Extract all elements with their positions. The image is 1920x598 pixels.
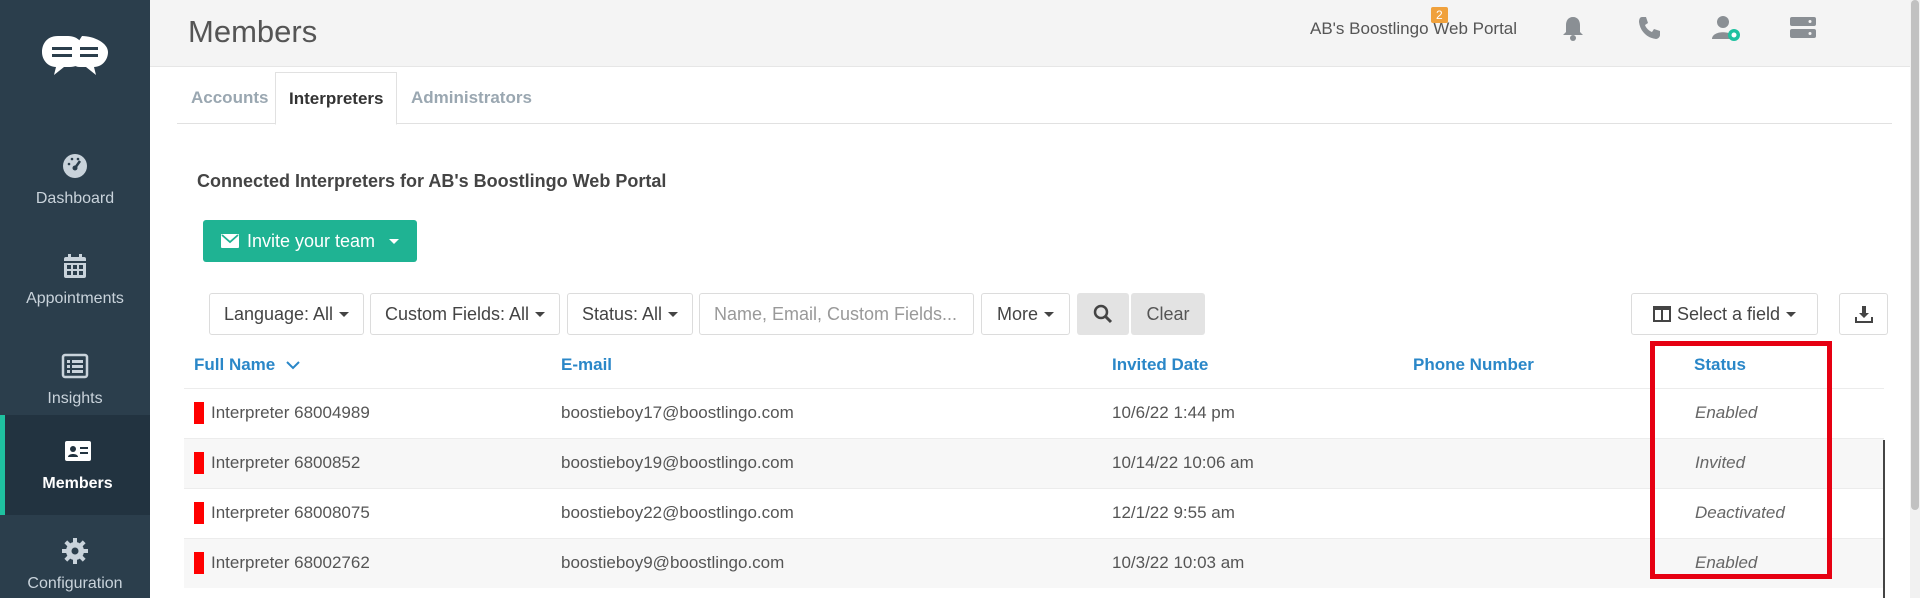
column-header-status[interactable]: Status (1694, 355, 1746, 375)
custom-fields-filter[interactable]: Custom Fields: All (370, 293, 560, 335)
row-email: boostieboy19@boostlingo.com (561, 453, 794, 472)
list-icon (61, 353, 89, 379)
row-status: Enabled (1695, 403, 1758, 422)
column-header-phone-number[interactable]: Phone Number (1413, 355, 1534, 375)
row-email: boostieboy9@boostlingo.com (561, 553, 785, 572)
row-full-name[interactable]: Interpreter 68002762 (211, 553, 370, 573)
row-invited-date: 12/1/22 9:55 am (1112, 503, 1235, 522)
row-marker (194, 552, 204, 574)
column-header-full-name[interactable]: Full Name (194, 355, 300, 375)
sidebar-item-label: Configuration (27, 575, 123, 592)
row-email: boostieboy17@boostlingo.com (561, 403, 794, 422)
search-icon (1093, 304, 1113, 324)
tab-interpreters[interactable]: Interpreters (275, 72, 398, 125)
boostlingo-logo-icon[interactable] (40, 30, 110, 80)
sidebar-item-label: Members (42, 475, 113, 492)
caret-down-icon (389, 238, 400, 244)
sidebar-item-members[interactable]: Members (0, 415, 150, 515)
search-input[interactable] (699, 293, 974, 335)
caret-down-icon (668, 311, 679, 317)
page-scrollbar-thumb[interactable] (1911, 0, 1919, 510)
phone-icon[interactable] (1635, 13, 1665, 43)
chevron-down-icon (286, 361, 300, 370)
row-status: Deactivated (1695, 503, 1785, 522)
row-status: Enabled (1695, 553, 1758, 572)
column-header-full-name-label: Full Name (194, 355, 276, 374)
envelope-icon (220, 234, 239, 248)
invite-team-label: Invite your team (246, 230, 376, 251)
caret-down-icon (1044, 311, 1054, 317)
language-filter[interactable]: Language: All (209, 293, 364, 335)
table-row[interactable]: Interpreter 6800852 boostieboy19@boostli… (184, 438, 1884, 488)
portal-name[interactable]: AB's Boostlingo Web Portal (1310, 19, 1517, 39)
tab-accounts[interactable]: Accounts (178, 72, 281, 124)
caret-down-icon (535, 311, 546, 317)
table-row[interactable]: Interpreter 68004989 boostieboy17@boostl… (184, 388, 1884, 438)
tab-administrators[interactable]: Administrators (398, 72, 545, 124)
row-invited-date: 10/6/22 1:44 pm (1112, 403, 1235, 422)
sidebar-item-appointments[interactable]: Appointments (0, 230, 150, 330)
bell-icon[interactable] (1558, 13, 1588, 43)
id-card-icon (64, 441, 91, 461)
section-title: Connected Interpreters for AB's Boostlin… (197, 171, 667, 191)
user-status-icon[interactable] (1710, 13, 1740, 43)
sidebar-item-label: Appointments (26, 290, 124, 307)
row-full-name[interactable]: Interpreter 68004989 (211, 403, 370, 423)
sidebar-item-label: Dashboard (35, 190, 115, 207)
table-row[interactable]: Interpreter 68008075 boostieboy22@boostl… (184, 488, 1884, 538)
page-title: Members (188, 14, 318, 49)
sidebar-item-label: Insights (47, 390, 103, 407)
row-full-name[interactable]: Interpreter 68008075 (211, 503, 370, 523)
row-full-name[interactable]: Interpreter 6800852 (211, 453, 360, 473)
column-header-email[interactable]: E-mail (561, 355, 612, 375)
caret-down-icon (1786, 311, 1797, 317)
download-icon (1854, 306, 1873, 323)
gear-icon (62, 538, 88, 564)
gauge-icon (63, 154, 87, 178)
sidebar-item-configuration[interactable]: Configuration (0, 515, 150, 598)
search-button[interactable] (1077, 293, 1129, 335)
row-status: Invited (1695, 453, 1746, 472)
more-filters-label: More (996, 303, 1038, 324)
status-filter[interactable]: Status: All (567, 293, 693, 335)
sidebar-item-dashboard[interactable]: Dashboard (0, 130, 150, 230)
clear-button[interactable]: Clear (1131, 293, 1205, 335)
language-filter-label: Language: All (223, 303, 334, 324)
server-icon[interactable] (1788, 13, 1818, 43)
divider-line (1883, 440, 1885, 598)
select-field-button[interactable]: Select a field (1631, 293, 1818, 335)
members-tabs: Accounts Interpreters Administrators (177, 72, 1892, 125)
row-marker (194, 402, 204, 424)
sidebar: Dashboard Appointments Insights Members (0, 0, 150, 598)
row-email: boostieboy22@boostlingo.com (561, 503, 794, 522)
row-marker (194, 452, 204, 474)
more-filters-button[interactable]: More (981, 293, 1070, 335)
columns-icon (1652, 306, 1671, 322)
column-header-invited-date[interactable]: Invited Date (1112, 355, 1208, 375)
select-field-label: Select a field (1676, 303, 1781, 324)
row-invited-date: 10/3/22 10:03 am (1112, 553, 1245, 572)
custom-fields-filter-label: Custom Fields: All (384, 303, 530, 324)
download-button[interactable] (1839, 293, 1888, 335)
row-invited-date: 10/14/22 10:06 am (1112, 453, 1254, 472)
row-marker (194, 502, 204, 524)
status-filter-label: Status: All (581, 303, 663, 324)
caret-down-icon (339, 311, 350, 317)
calendar-icon (64, 254, 86, 278)
notification-badge: 2 (1431, 7, 1448, 23)
table-row[interactable]: Interpreter 68002762 boostieboy9@boostli… (184, 538, 1884, 588)
invite-team-button[interactable]: Invite your team (203, 220, 417, 262)
